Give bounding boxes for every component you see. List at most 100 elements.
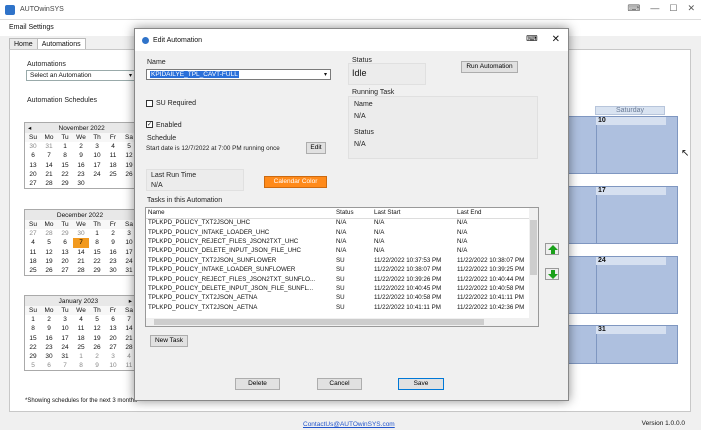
- calendar-day[interactable]: 10: [105, 361, 121, 370]
- move-task-down-button[interactable]: [545, 268, 559, 280]
- su-required-checkbox[interactable]: [146, 100, 153, 107]
- calendar-day[interactable]: 4: [25, 238, 41, 247]
- calendar-day[interactable]: 17: [89, 161, 105, 170]
- chevron-down-icon[interactable]: ▾: [324, 71, 327, 78]
- calendar-day[interactable]: 6: [57, 238, 73, 247]
- name-input[interactable]: KPIDAILYE_TPL_CAVT-FULL ▾: [146, 69, 331, 80]
- calendar-day[interactable]: 13: [105, 324, 121, 333]
- calendar-day[interactable]: 5: [41, 238, 57, 247]
- contact-link[interactable]: ContactUs@AUTOwinSYS.com: [303, 421, 395, 428]
- maximize-icon[interactable]: ☐: [669, 3, 677, 14]
- mini-calendar[interactable]: January 2023 ▸ Su Mo Tu We Th Fr Sa 1 2 3 4 5 6 7 8 9 10 11…: [24, 295, 137, 372]
- calendar-day[interactable]: 2: [41, 315, 57, 324]
- calendar-day[interactable]: 29: [89, 266, 105, 275]
- prev-month-icon[interactable]: ◂: [28, 124, 31, 132]
- automation-select[interactable]: Select an Automation ▾: [26, 70, 136, 81]
- calendar-day[interactable]: 8: [25, 324, 41, 333]
- calendar-day[interactable]: 31: [41, 142, 57, 151]
- calendar-day[interactable]: 16: [41, 334, 57, 343]
- calendar-day[interactable]: 28: [41, 229, 57, 238]
- calendar-day[interactable]: 25: [105, 170, 121, 179]
- table-row[interactable]: TPLKPD_POLICY_TXT2JSON_AETNA SU 11/22/2022…: [146, 293, 530, 302]
- calendar-day[interactable]: 19: [89, 334, 105, 343]
- calendar-day[interactable]: 4: [73, 315, 89, 324]
- calendar-day[interactable]: 29: [25, 352, 41, 361]
- save-button[interactable]: Save: [398, 378, 444, 390]
- minimize-icon[interactable]: —: [650, 3, 659, 14]
- calendar-day[interactable]: 29: [57, 179, 73, 188]
- table-row[interactable]: TPLKPD_POLICY_INTAKE_LOADER_SUNFLOWER SU 1…: [146, 265, 530, 274]
- calendar-day[interactable]: 6: [105, 315, 121, 324]
- calendar-day[interactable]: 3: [89, 142, 105, 151]
- calendar-day[interactable]: 6: [41, 361, 57, 370]
- calendar-day[interactable]: 18: [73, 334, 89, 343]
- cancel-button[interactable]: Cancel: [317, 378, 362, 390]
- calendar-day[interactable]: 8: [73, 361, 89, 370]
- calendar-day[interactable]: 23: [73, 170, 89, 179]
- table-row[interactable]: TPLKPD_POLICY_REJECT_FILES_JSON2TXT_SUNF…: [146, 274, 530, 283]
- calendar-day[interactable]: 21: [73, 257, 89, 266]
- calendar-day[interactable]: [89, 179, 105, 188]
- calendar-day[interactable]: 9: [73, 151, 89, 160]
- calendar-day[interactable]: 13: [25, 161, 41, 170]
- new-task-button[interactable]: New Task: [150, 335, 188, 347]
- delete-button[interactable]: Delete: [235, 378, 280, 390]
- calendar-day[interactable]: 2: [73, 142, 89, 151]
- mini-calendar[interactable]: ◂ November 2022 Su Mo Tu We Th Fr Sa 30 31 1 2 3 4 5 6 7 8…: [24, 122, 137, 190]
- table-row[interactable]: TPLKPD_POLICY_TXT2JSON_AETNA SU 11/22/2022…: [146, 303, 530, 312]
- calendar-day[interactable]: 20: [57, 257, 73, 266]
- table-row[interactable]: TPLKPD_POLICY_DELETE_INPUT_JSON_FILE_UHC…: [146, 246, 530, 255]
- calendar-day[interactable]: 14: [73, 248, 89, 257]
- tasks-horizontal-scrollbar[interactable]: [146, 318, 531, 326]
- enabled-checkbox[interactable]: ✓: [146, 121, 153, 128]
- calendar-day[interactable]: 23: [105, 257, 121, 266]
- calendar-day[interactable]: 14: [41, 161, 57, 170]
- calendar-day[interactable]: 11: [105, 151, 121, 160]
- run-automation-button[interactable]: Run Automation: [461, 61, 518, 73]
- calendar-day[interactable]: 27: [57, 266, 73, 275]
- calendar-day[interactable]: 3: [105, 352, 121, 361]
- calendar-day[interactable]: 20: [105, 334, 121, 343]
- calendar-day[interactable]: 7: [73, 238, 89, 248]
- calendar-day[interactable]: 28: [73, 266, 89, 275]
- calendar-day[interactable]: 8: [57, 151, 73, 160]
- calendar-day[interactable]: 6: [25, 151, 41, 160]
- calendar-day[interactable]: 11: [73, 324, 89, 333]
- calendar-day[interactable]: 22: [25, 343, 41, 352]
- calendar-day[interactable]: 16: [105, 248, 121, 257]
- calendar-week-row[interactable]: 10: [565, 116, 678, 174]
- calendar-day[interactable]: 20: [25, 170, 41, 179]
- calendar-day[interactable]: 19: [41, 257, 57, 266]
- calendar-day[interactable]: 7: [41, 151, 57, 160]
- calendar-day[interactable]: 12: [41, 248, 57, 257]
- calendar-day[interactable]: 4: [105, 142, 121, 151]
- tasks-vertical-scrollbar[interactable]: [529, 208, 538, 326]
- calendar-day[interactable]: 29: [57, 229, 73, 238]
- calendar-day[interactable]: 18: [105, 161, 121, 170]
- calendar-day[interactable]: 9: [41, 324, 57, 333]
- edit-schedule-button[interactable]: Edit: [306, 142, 326, 154]
- calendar-day[interactable]: 30: [105, 266, 121, 275]
- calendar-day[interactable]: 24: [89, 170, 105, 179]
- calendar-day[interactable]: 7: [57, 361, 73, 370]
- calendar-day[interactable]: 26: [89, 343, 105, 352]
- calendar-day[interactable]: 25: [73, 343, 89, 352]
- calendar-day[interactable]: 12: [89, 324, 105, 333]
- calendar-day[interactable]: 11: [25, 248, 41, 257]
- calendar-day[interactable]: 30: [73, 229, 89, 238]
- calendar-day[interactable]: 21: [41, 170, 57, 179]
- calendar-week-row[interactable]: 31: [565, 325, 678, 364]
- calendar-day[interactable]: 1: [25, 315, 41, 324]
- calendar-color-button[interactable]: Calendar Color: [264, 176, 327, 188]
- column-header[interactable]: Name: [146, 208, 334, 219]
- menu-email-settings[interactable]: Email Settings: [9, 24, 54, 31]
- table-row[interactable]: TPLKPD_POLICY_DELETE_INPUT_JSON_FILE_SUN…: [146, 284, 530, 293]
- calendar-day[interactable]: 16: [73, 161, 89, 170]
- calendar-day[interactable]: 24: [57, 343, 73, 352]
- calendar-day[interactable]: 10: [89, 151, 105, 160]
- calendar-day[interactable]: 5: [89, 315, 105, 324]
- calendar-day[interactable]: 1: [73, 352, 89, 361]
- calendar-day[interactable]: 18: [25, 257, 41, 266]
- feedback-icon[interactable]: ⌨: [526, 34, 538, 45]
- column-header[interactable]: Last Start: [372, 208, 455, 219]
